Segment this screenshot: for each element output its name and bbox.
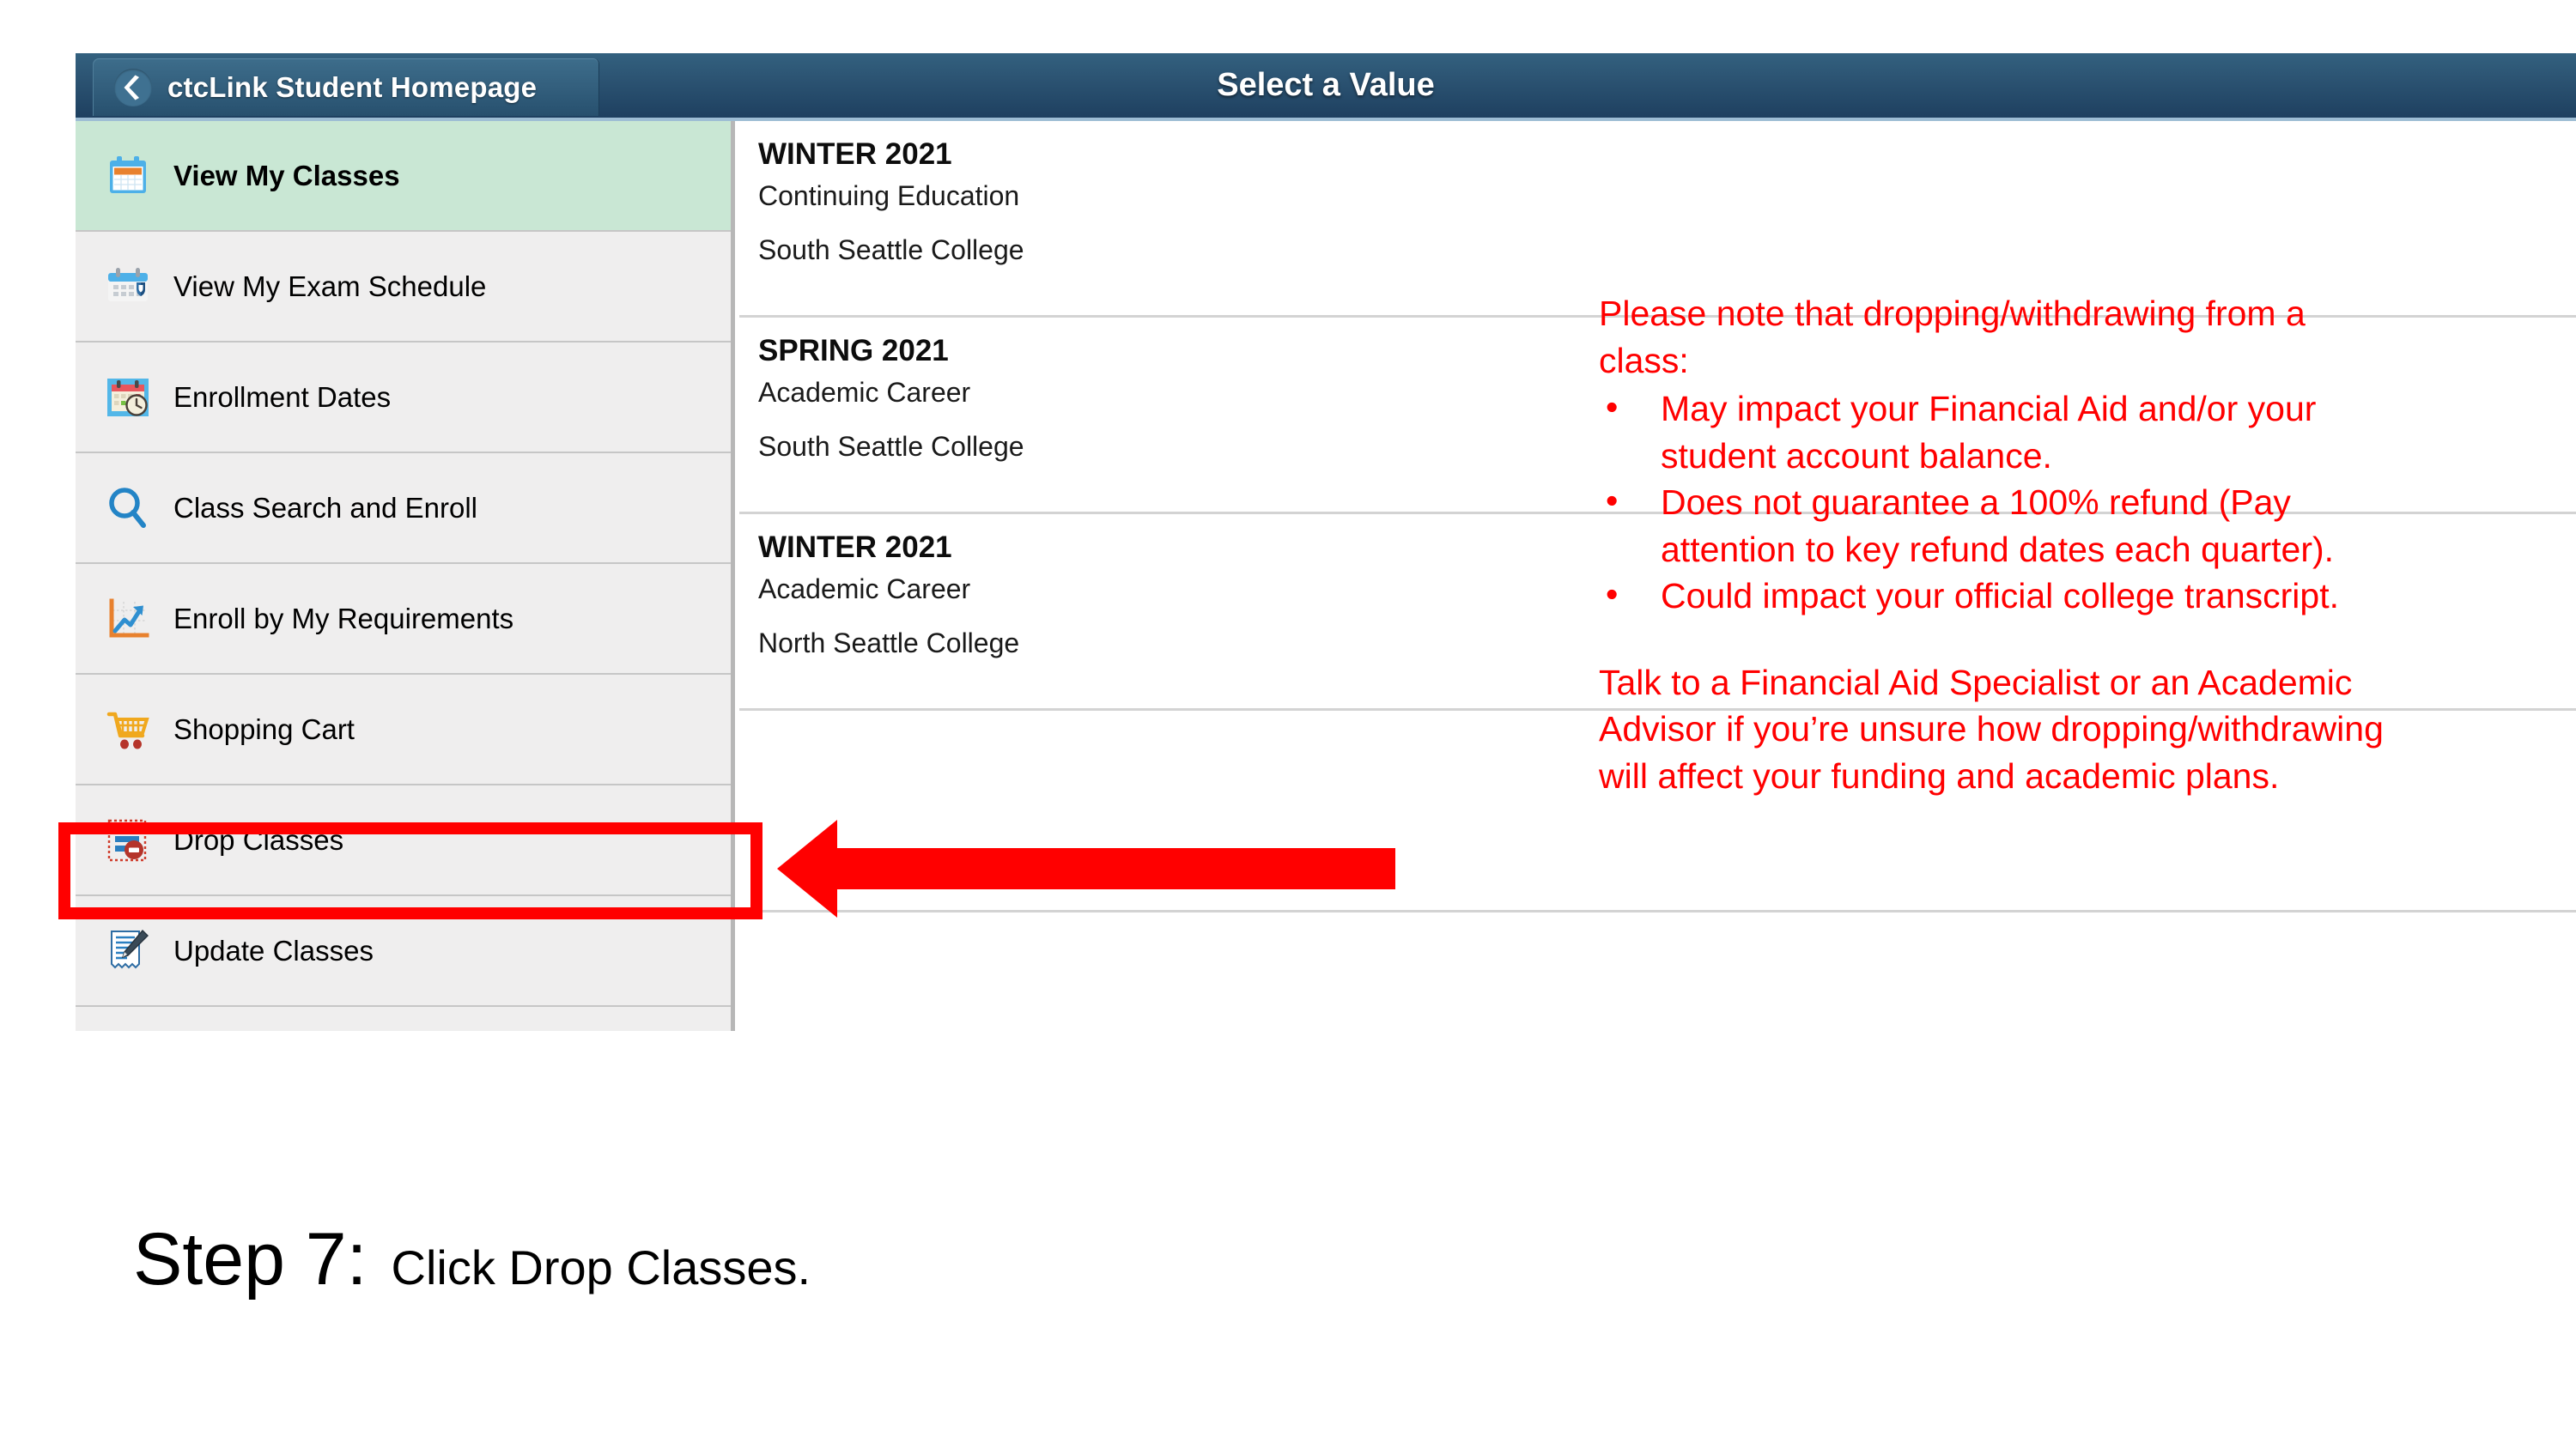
sidebar-item-enrollment-dates[interactable]: Enrollment Dates [76,343,731,453]
term-college: South Seattle College [758,233,1024,265]
sidebar-item-label: Drop Classes [173,823,344,856]
sidebar-item-label: Shopping Cart [173,712,355,745]
note-bullet-list: • May impact your Financial Aid and/or y… [1599,385,2397,620]
sidebar-item-enroll-by-my-requirements[interactable]: Enroll by My Requirements [76,564,731,675]
document-pencil-icon [103,926,153,976]
sidebar-item-drop-classes[interactable]: Drop Classes [76,785,731,896]
bullet-icon: • [1606,481,1619,521]
bullet-icon: • [1606,387,1619,427]
back-button-label: ctcLink Student Homepage [167,70,538,103]
sidebar-item-class-search-and-enroll[interactable]: Class Search and Enroll [76,453,731,564]
step-number-label: Step 7: [133,1218,368,1300]
app-header-bar: ctcLink Student Homepage Select a Value [76,53,2576,121]
sidebar-item-label: Class Search and Enroll [173,491,478,524]
term-career: Continuing Education [758,180,1020,212]
sidebar-item-label: View My Exam Schedule [173,270,487,302]
line-chart-icon [103,594,153,644]
list-item-text: May impact your Financial Aid and/or you… [1661,389,2317,476]
step-instruction-label: Click Drop Classes. [391,1240,811,1294]
note-intro: Please note that dropping/withdrawing fr… [1599,294,2306,380]
back-to-student-homepage-button[interactable]: ctcLink Student Homepage [93,58,599,116]
sidebar-item-label: Enroll by My Requirements [173,602,514,634]
bullet-icon: • [1606,574,1619,615]
list-item: • Does not guarantee a 100% refund (Pay … [1599,479,2397,573]
navigation-sidebar: View My Classes View My Exam Schedule En… [76,121,735,1031]
note-tail: Talk to a Financial Aid Specialist or an… [1599,662,2384,796]
sidebar-footer-spacer [76,1007,731,1031]
step-caption: Step 7: Click Drop Classes. [133,1217,811,1302]
sidebar-item-view-my-classes[interactable]: View My Classes [76,121,731,232]
sidebar-item-view-my-exam-schedule[interactable]: View My Exam Schedule [76,232,731,343]
dropping-warning-note: Please note that dropping/withdrawing fr… [1599,290,2397,799]
sidebar-item-label: Update Classes [173,934,374,967]
sidebar-item-label: Enrollment Dates [173,380,392,413]
calendar-shield-icon [103,262,153,312]
drop-classes-icon [103,815,153,865]
table-row[interactable]: WINTER 2021 Continuing Education South S… [739,121,2576,318]
term-title: WINTER 2021 [758,137,952,171]
list-item-text: Could impact your official college trans… [1661,576,2339,616]
shopping-cart-icon [103,705,153,755]
list-item-text: Does not guarantee a 100% refund (Pay at… [1661,482,2335,569]
calendar-clock-icon [103,373,153,422]
sidebar-item-label: View My Classes [173,159,400,191]
list-item: • May impact your Financial Aid and/or y… [1599,385,2397,479]
chevron-left-icon [114,68,152,106]
calendar-icon [103,151,153,201]
magnifier-icon [103,483,153,533]
sidebar-item-update-classes[interactable]: Update Classes [76,896,731,1007]
sidebar-item-shopping-cart[interactable]: Shopping Cart [76,675,731,785]
list-item: • Could impact your official college tra… [1599,573,2397,620]
